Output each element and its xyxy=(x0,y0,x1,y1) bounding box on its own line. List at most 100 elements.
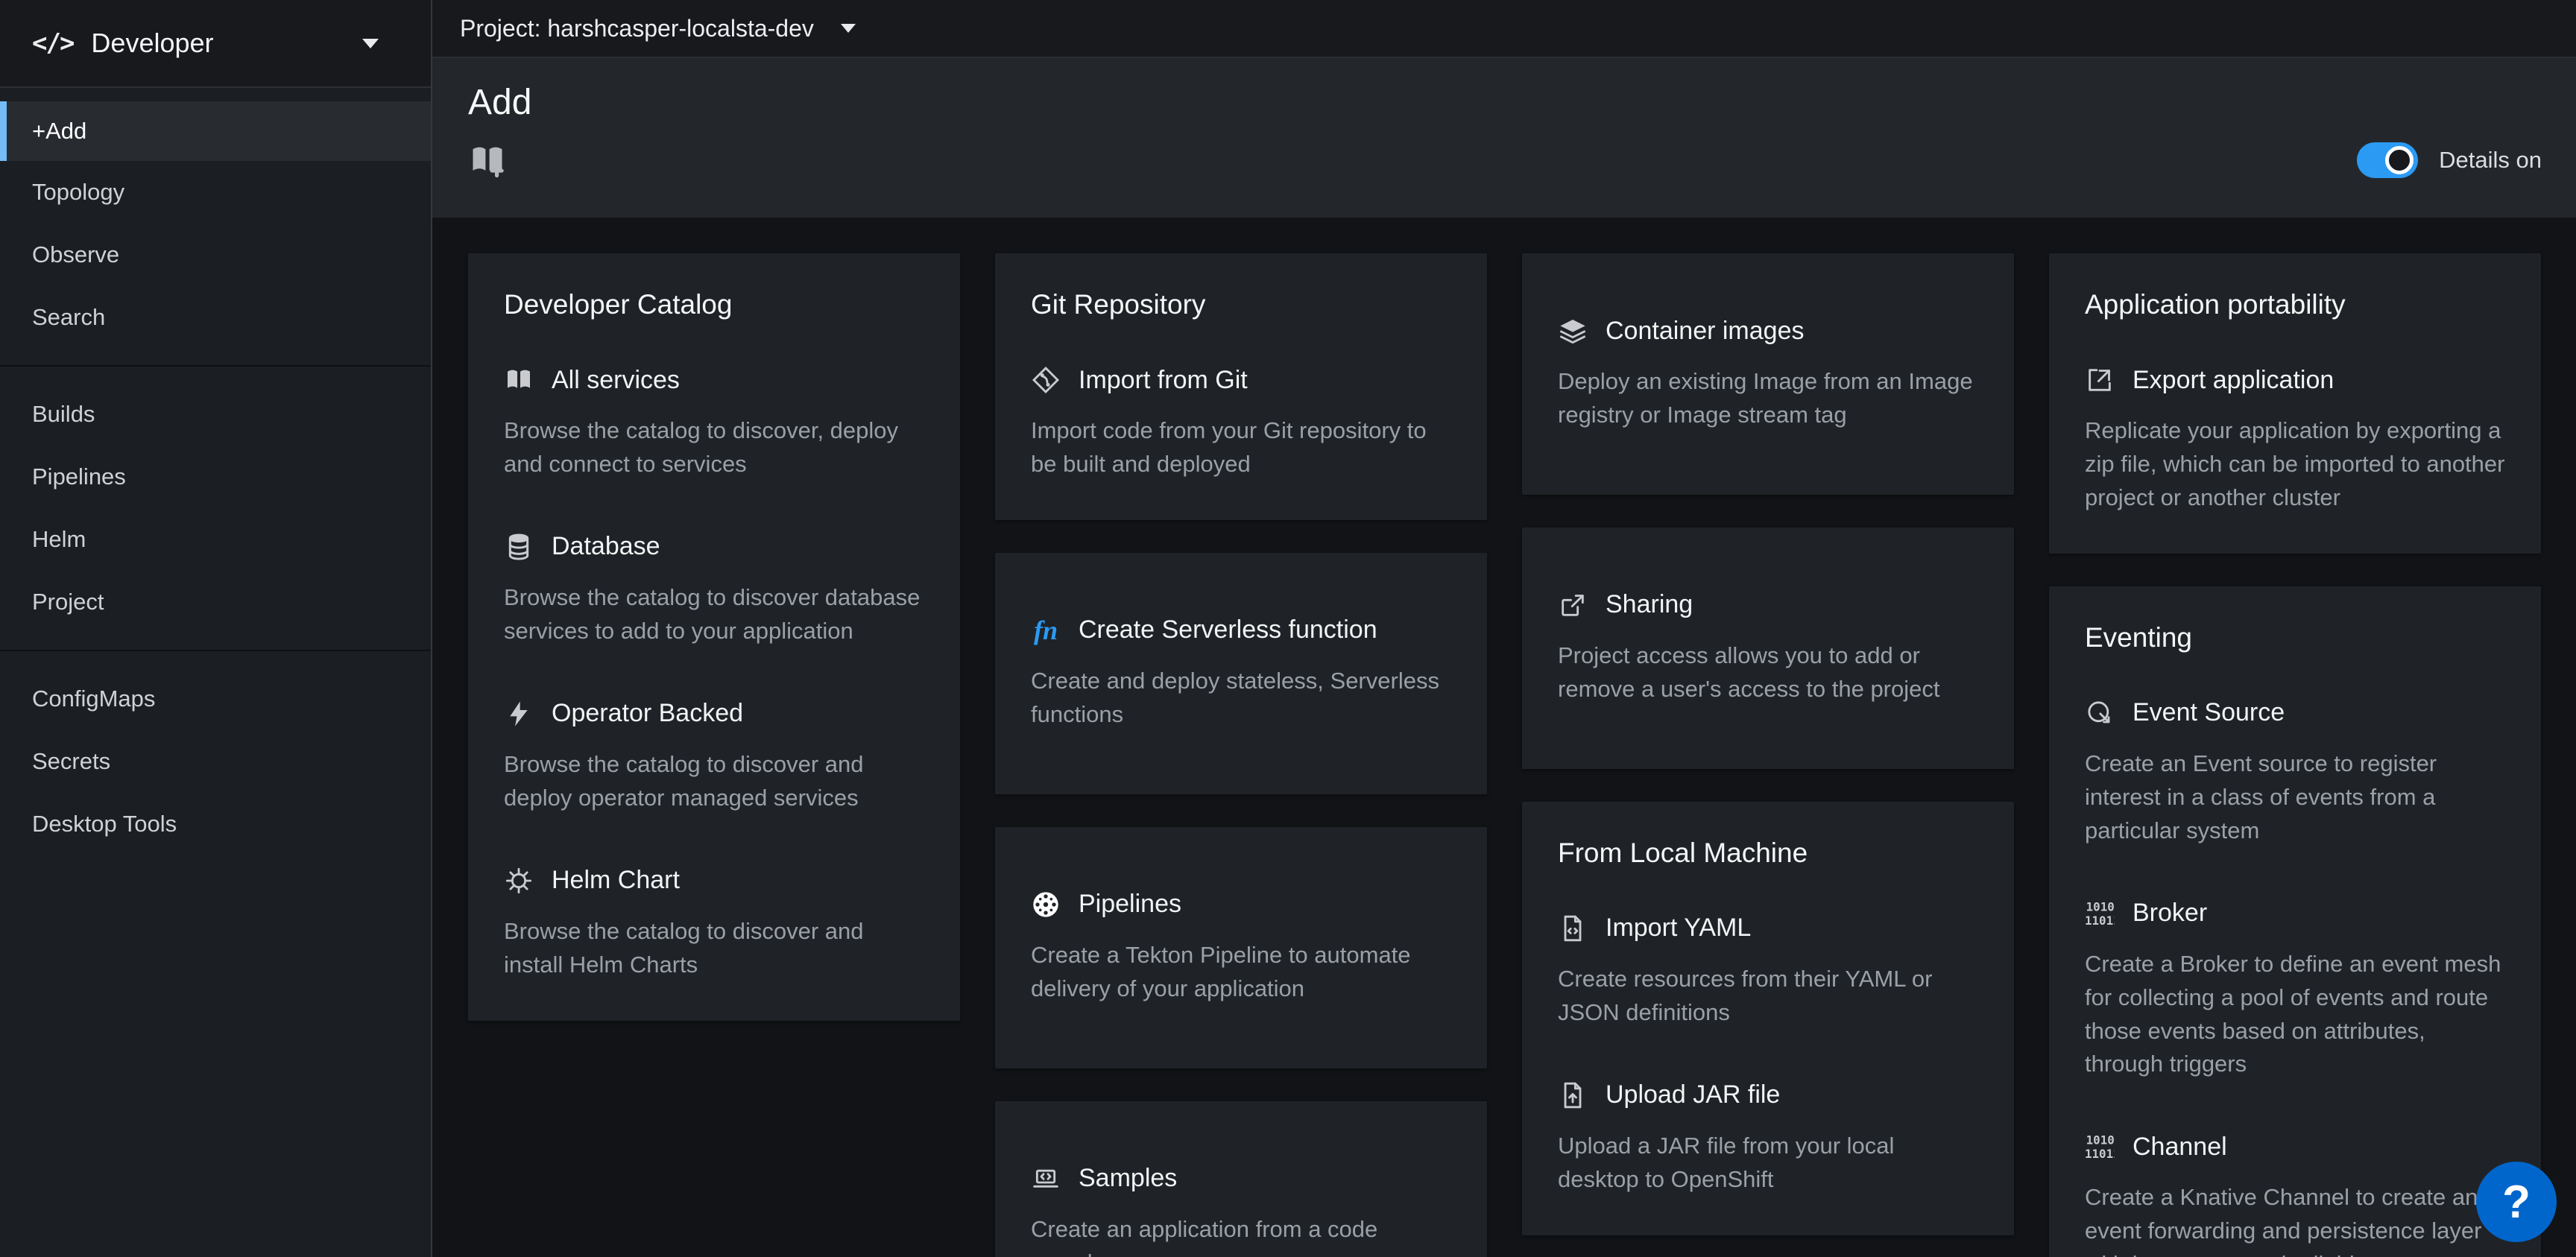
header-actions: Details on xyxy=(468,141,2542,180)
sidebar-item-helm[interactable]: Helm xyxy=(0,508,431,571)
item-label: Samples xyxy=(1079,1164,1177,1193)
card-column-3: Container images Deploy an existing Imag… xyxy=(1522,253,2014,1235)
sidebar-item-topology[interactable]: Topology xyxy=(0,161,431,224)
item-helm-chart[interactable]: Helm Chart Browse the catalog to discove… xyxy=(504,866,924,982)
project-bar: Project: harshcasper-localsta-dev xyxy=(432,0,2576,58)
perspective-label: Developer xyxy=(91,28,213,59)
details-toggle-switch[interactable] xyxy=(2357,142,2418,178)
item-description: Project access allows you to add or remo… xyxy=(1558,639,1978,706)
item-all-services[interactable]: All services Browse the catalog to disco… xyxy=(504,365,924,481)
channel-icon: 1010 11011 xyxy=(2085,1132,2115,1162)
svg-text:1010: 1010 xyxy=(2086,899,2115,914)
sidebar-item-desktop-tools[interactable]: Desktop Tools xyxy=(0,793,431,855)
card-title: Application portability xyxy=(2085,289,2505,320)
card-git-repository: Git Repository Import from Git xyxy=(995,253,1487,520)
page-title: Add xyxy=(468,82,2542,123)
item-upload-jar-file[interactable]: Upload JAR file Upload a JAR file from y… xyxy=(1558,1080,1978,1197)
item-description: Browse the catalog to discover database … xyxy=(504,581,924,648)
item-import-from-git[interactable]: Import from Git Import code from your Gi… xyxy=(1031,365,1451,481)
question-mark-icon: ? xyxy=(2502,1176,2531,1229)
project-selector[interactable]: Project: harshcasper-localsta-dev xyxy=(460,15,856,42)
item-description: Replicate your application by exporting … xyxy=(2085,414,2505,515)
card-sharing: Sharing Project access allows you to add… xyxy=(1522,528,2014,769)
book-icon xyxy=(504,365,534,395)
svg-text:11011: 11011 xyxy=(2085,1147,2115,1161)
export-icon xyxy=(2085,365,2115,395)
item-description: Create an application from a code sample xyxy=(1031,1213,1451,1257)
file-upload-icon xyxy=(1558,1080,1588,1110)
item-description: Create a Broker to define an event mesh … xyxy=(2085,948,2505,1082)
bolt-icon xyxy=(504,699,534,729)
item-sharing[interactable]: Sharing Project access allows you to add… xyxy=(1558,590,1978,706)
item-label: Pipelines xyxy=(1079,890,1181,919)
item-label: Sharing xyxy=(1606,590,1693,619)
file-code-icon xyxy=(1558,914,1588,943)
item-label: Helm Chart xyxy=(552,866,680,895)
project-selector-label: Project: harshcasper-localsta-dev xyxy=(460,15,814,42)
toggle-knob xyxy=(2385,146,2414,174)
item-description: Create and deploy stateless, Serverless … xyxy=(1031,665,1451,732)
item-export-application[interactable]: Export application Replicate your applic… xyxy=(2085,365,2505,515)
card-pipelines: Pipelines Create a Tekton Pipeline to au… xyxy=(995,827,1487,1068)
code-icon: </> xyxy=(32,28,73,58)
item-container-images[interactable]: Container images Deploy an existing Imag… xyxy=(1558,316,1978,432)
sidebar-item-configmaps[interactable]: ConfigMaps xyxy=(0,668,431,730)
item-label: Export application xyxy=(2133,366,2334,395)
item-description: Create an Event source to register inter… xyxy=(2085,747,2505,848)
chevron-down-icon xyxy=(362,39,379,48)
item-event-source[interactable]: Event Source Create an Event source to r… xyxy=(2085,698,2505,848)
item-label: Create Serverless function xyxy=(1079,615,1377,645)
tekton-pipeline-icon xyxy=(1031,890,1061,919)
event-source-icon xyxy=(2085,698,2115,728)
sidebar: </> Developer +Add Topology Observe Sear… xyxy=(0,0,432,1257)
sidebar-divider xyxy=(0,650,431,651)
sidebar-item-add[interactable]: +Add xyxy=(0,101,431,161)
sidebar-divider xyxy=(0,365,431,367)
svg-text:1010: 1010 xyxy=(2086,1133,2115,1147)
help-button[interactable]: ? xyxy=(2476,1162,2557,1242)
item-label: Broker xyxy=(2133,899,2207,928)
item-description: Browse the catalog to discover and insta… xyxy=(504,915,924,982)
sidebar-item-pipelines[interactable]: Pipelines xyxy=(0,446,431,508)
sidebar-item-search[interactable]: Search xyxy=(0,286,431,349)
item-label: Container images xyxy=(1606,317,1804,346)
sidebar-item-observe[interactable]: Observe xyxy=(0,224,431,286)
item-broker[interactable]: 1010 11011 Broker Create a Broker to def… xyxy=(2085,899,2505,1082)
item-label: Import YAML xyxy=(1606,914,1751,943)
item-samples[interactable]: Samples Create an application from a cod… xyxy=(1031,1164,1451,1257)
share-icon xyxy=(1558,590,1588,620)
card-container-images: Container images Deploy an existing Imag… xyxy=(1522,253,2014,495)
sidebar-item-builds[interactable]: Builds xyxy=(0,383,431,446)
item-description: Create a Tekton Pipeline to automate del… xyxy=(1031,939,1451,1006)
card-samples: Samples Create an application from a cod… xyxy=(995,1101,1487,1257)
page-header: Add Details on xyxy=(432,58,2576,218)
card-developer-catalog: Developer Catalog All services Browse th… xyxy=(468,253,960,1021)
item-label: Upload JAR file xyxy=(1606,1080,1780,1109)
layers-icon xyxy=(1558,316,1588,346)
card-column-4: Application portability Export applicati… xyxy=(2049,253,2541,1257)
item-label: Operator Backed xyxy=(552,699,743,728)
sidebar-item-secrets[interactable]: Secrets xyxy=(0,730,431,793)
item-channel[interactable]: 1010 11011 Channel Create a Knative Chan… xyxy=(2085,1132,2505,1257)
item-label: Database xyxy=(552,532,660,561)
item-label: Channel xyxy=(2133,1133,2227,1162)
item-operator-backed[interactable]: Operator Backed Browse the catalog to di… xyxy=(504,699,924,815)
card-title: Eventing xyxy=(2085,622,2505,653)
perspective-switcher[interactable]: </> Developer xyxy=(0,0,431,88)
card-serverless-function: fn Create Serverless function Create and… xyxy=(995,553,1487,794)
helm-icon xyxy=(504,866,534,896)
item-description: Browse the catalog to discover, deploy a… xyxy=(504,414,924,481)
chevron-down-icon xyxy=(841,24,856,33)
item-description: Create resources from their YAML or JSON… xyxy=(1558,963,1978,1030)
add-page-cards: Developer Catalog All services Browse th… xyxy=(432,218,2576,1257)
item-import-yaml[interactable]: Import YAML Create resources from their … xyxy=(1558,914,1978,1030)
item-pipelines[interactable]: Pipelines Create a Tekton Pipeline to au… xyxy=(1031,890,1451,1006)
database-icon xyxy=(504,532,534,562)
sidebar-item-project[interactable]: Project xyxy=(0,571,431,633)
card-application-portability: Application portability Export applicati… xyxy=(2049,253,2541,554)
item-create-serverless-function[interactable]: fn Create Serverless function Create and… xyxy=(1031,615,1451,732)
book-plus-icon[interactable] xyxy=(468,141,507,180)
card-column-1: Developer Catalog All services Browse th… xyxy=(468,253,960,1021)
main-area: Project: harshcasper-localsta-dev Add De… xyxy=(432,0,2576,1257)
item-database[interactable]: Database Browse the catalog to discover … xyxy=(504,532,924,648)
